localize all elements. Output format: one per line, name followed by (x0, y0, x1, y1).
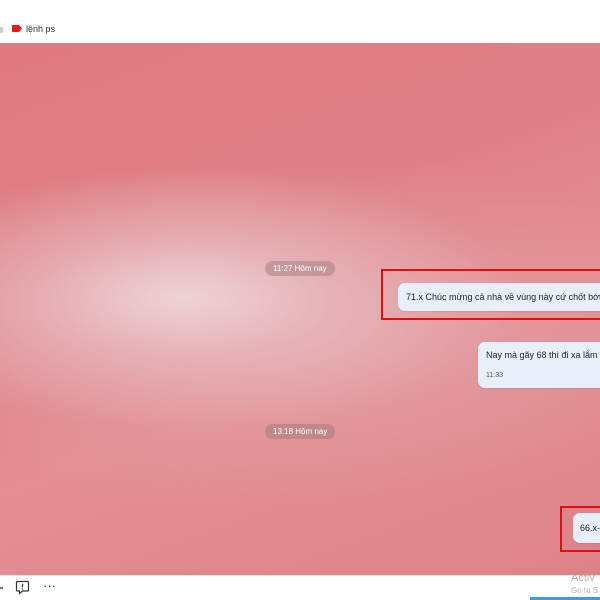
app-window: lệnh ps 11:27 Hôm nay 71.x Chúc mừng cả … (0, 0, 600, 600)
toolbar-edge-mark (0, 587, 3, 589)
conversation-tag-label[interactable]: lệnh ps (26, 23, 55, 35)
message-timestamp: 11:33 (486, 372, 503, 379)
message-text: 66.x- (580, 523, 600, 533)
message-bubble[interactable]: 71.x Chúc mừng cả nhà về vùng này cứ chố… (398, 283, 600, 311)
message-text: 71.x Chúc mừng cả nhà về vùng này cứ chố… (406, 292, 600, 302)
watermark-line: Activ (571, 572, 595, 584)
time-separator: 11:27 Hôm nay (265, 261, 335, 276)
message-text: Nay mà gãy 68 thì đi xa lắm (486, 350, 598, 360)
watermark-line: Go to S (571, 586, 599, 595)
message-list[interactable]: 11:27 Hôm nay 71.x Chúc mừng cả nhà về v… (0, 43, 600, 575)
comment-icon[interactable] (15, 580, 30, 595)
time-separator: 13:18 Hôm nay (265, 424, 336, 439)
more-icon[interactable]: ··· (43, 578, 56, 594)
header-edge-mark (0, 27, 3, 33)
chat-toolbar: ··· (0, 575, 600, 600)
chat-header: lệnh ps (0, 0, 600, 44)
message-bubble[interactable]: 66.x- (573, 513, 600, 543)
message-bubble[interactable]: Nay mà gãy 68 thì đi xa lắm 11:33 (478, 342, 600, 388)
label-tag-icon[interactable] (12, 25, 22, 32)
activation-watermark: Activ Go to S (571, 572, 598, 597)
